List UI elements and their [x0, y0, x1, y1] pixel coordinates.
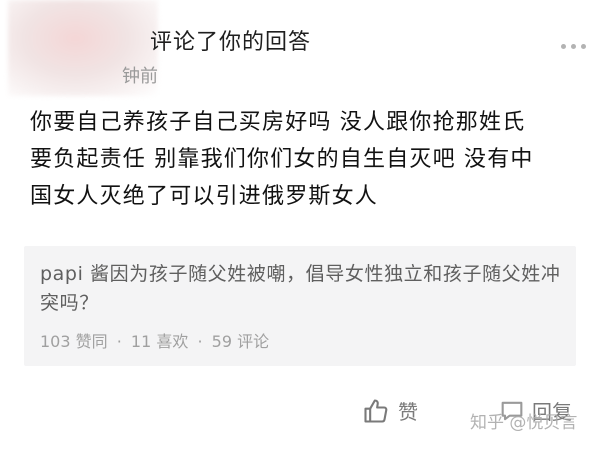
thumbs-up-icon	[364, 398, 388, 423]
comment-line: 要负起责任 别靠我们你们女的自生自灭吧 没有中	[30, 147, 534, 172]
watermark: 知乎 @悦贝言	[470, 413, 578, 433]
stat-separator: ·	[116, 332, 122, 351]
likes-count: 103 赞同	[40, 332, 108, 351]
quoted-answer-title: papi 酱因为孩子随父姓被嘲，倡导女性独立和孩子随父姓冲突吗？	[40, 263, 561, 314]
like-button[interactable]: 赞	[362, 396, 418, 425]
comment-body: 你要自己养孩子自己买房好吗 没人跟你抢那姓氏 要负起责任 别靠我们你们女的自生自…	[30, 104, 586, 215]
favorites-count: 11 喜欢	[130, 332, 189, 351]
quoted-answer-card[interactable]: papi 酱因为孩子随父姓被嘲，倡导女性独立和孩子随父姓冲突吗？ 103 赞同 …	[24, 246, 576, 366]
notification-time: 钟前	[122, 66, 158, 87]
more-options-icon[interactable]	[561, 44, 586, 49]
notification-action-text: 评论了你的回答	[150, 30, 312, 55]
like-label: 赞	[398, 400, 418, 424]
comment-line: 国女人灭绝了可以引进俄罗斯女人	[30, 184, 379, 209]
comment-line: 你要自己养孩子自己买房好吗 没人跟你抢那姓氏	[30, 110, 526, 135]
comments-count: 59 评论	[211, 332, 270, 351]
notification-header: 评论了你的回答 钟前	[0, 0, 600, 100]
stat-separator: ·	[197, 332, 203, 351]
quoted-answer-stats: 103 赞同 · 11 喜欢 · 59 评论	[40, 328, 269, 352]
